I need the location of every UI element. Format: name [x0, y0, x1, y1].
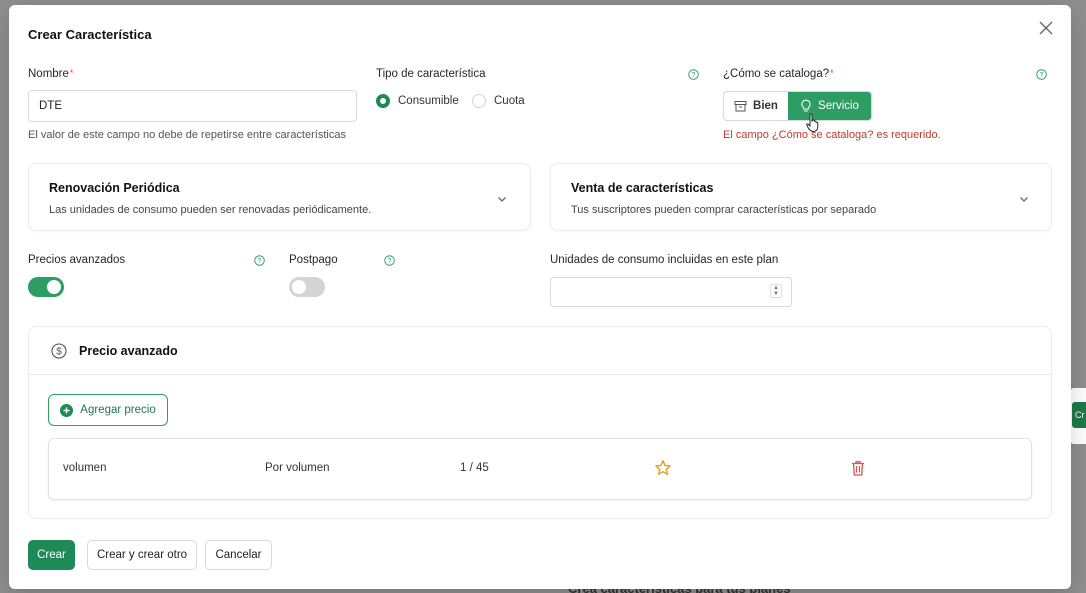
- help-icon[interactable]: ?: [254, 255, 265, 266]
- nombre-label: Nombre*: [28, 68, 74, 80]
- background-heading: Crea características para tus planes: [568, 589, 791, 593]
- archive-box-icon: [734, 101, 747, 112]
- close-icon[interactable]: [1037, 19, 1055, 37]
- lightbulb-icon: [801, 99, 811, 112]
- modal-title: Crear Característica: [28, 27, 152, 42]
- svg-text:$: $: [56, 347, 62, 358]
- card-subtitle: Las unidades de consumo pueden ser renov…: [49, 204, 372, 216]
- svg-text:?: ?: [388, 258, 392, 265]
- card-renovacion-periodica[interactable]: Renovación Periódica Las unidades de con…: [28, 163, 531, 231]
- background-create-button: Cr: [1072, 402, 1086, 428]
- card-subtitle: Tus suscriptores pueden comprar caracter…: [571, 204, 877, 216]
- section-header: $ Precio avanzado: [29, 327, 1051, 375]
- hand-cursor-icon: [806, 113, 819, 132]
- chevron-down-icon: [1020, 197, 1028, 202]
- precios-avanzados-label: Precios avanzados: [28, 254, 126, 266]
- price-type: Por volumen: [265, 462, 330, 474]
- radio-dot: [376, 94, 390, 108]
- toggle-knob: [292, 280, 306, 294]
- trash-icon[interactable]: [849, 459, 867, 477]
- help-icon[interactable]: ?: [688, 69, 699, 80]
- catalogo-label: ¿Cómo se cataloga?*: [723, 68, 834, 80]
- radio-consumible[interactable]: Consumible: [376, 94, 459, 108]
- price-range: 1 / 45: [460, 462, 489, 474]
- card-title: Venta de características: [571, 181, 714, 195]
- star-icon[interactable]: [654, 459, 672, 477]
- cancel-button[interactable]: Cancelar: [205, 540, 272, 570]
- tipo-label: Tipo de característica: [376, 68, 486, 80]
- svg-text:?: ?: [1040, 72, 1044, 79]
- unidades-field: ▲ ▼: [550, 277, 792, 307]
- nombre-hint: El valor de este campo no debe de repeti…: [28, 129, 346, 141]
- svg-text:?: ?: [692, 72, 696, 79]
- dollar-circle-icon: $: [51, 343, 67, 359]
- precios-avanzados-toggle[interactable]: [28, 277, 64, 297]
- create-feature-modal: Crear Característica Nombre* El valor de…: [9, 5, 1071, 589]
- catalogo-error: El campo ¿Cómo se cataloga? es requerido…: [723, 129, 941, 141]
- unidades-label: Unidades de consumo incluidas en este pl…: [550, 254, 779, 266]
- unidades-input[interactable]: [550, 277, 792, 307]
- svg-text:?: ?: [258, 258, 262, 265]
- catalogo-option-servicio[interactable]: Servicio: [788, 92, 871, 120]
- postpago-label: Postpago: [289, 254, 338, 266]
- radio-dot: [472, 94, 486, 108]
- radio-cuota[interactable]: Cuota: [472, 94, 525, 108]
- create-and-another-button[interactable]: Crear y crear otro: [87, 540, 197, 570]
- price-row[interactable]: volumen Por volumen 1 / 45: [48, 438, 1032, 500]
- number-stepper[interactable]: ▲ ▼: [770, 284, 782, 298]
- help-icon[interactable]: ?: [1036, 69, 1047, 80]
- catalogo-option-bien[interactable]: Bien: [724, 92, 788, 120]
- section-title: Precio avanzado: [79, 344, 178, 358]
- price-name: volumen: [63, 462, 107, 474]
- catalogo-segmented: Bien Servicio: [723, 91, 872, 121]
- help-icon[interactable]: ?: [384, 255, 395, 266]
- postpago-toggle[interactable]: [289, 277, 325, 297]
- card-title: Renovación Periódica: [49, 181, 180, 195]
- add-price-button[interactable]: Agregar precio: [48, 394, 168, 426]
- nombre-input[interactable]: [28, 90, 357, 122]
- precio-avanzado-section: $ Precio avanzado Agregar precio volumen…: [28, 326, 1052, 519]
- create-button[interactable]: Crear: [28, 540, 75, 570]
- toggle-knob: [47, 280, 61, 294]
- plus-circle-icon: [60, 403, 74, 417]
- card-venta-caracteristicas[interactable]: Venta de características Tus suscriptore…: [550, 163, 1052, 231]
- chevron-down-icon: [498, 197, 506, 202]
